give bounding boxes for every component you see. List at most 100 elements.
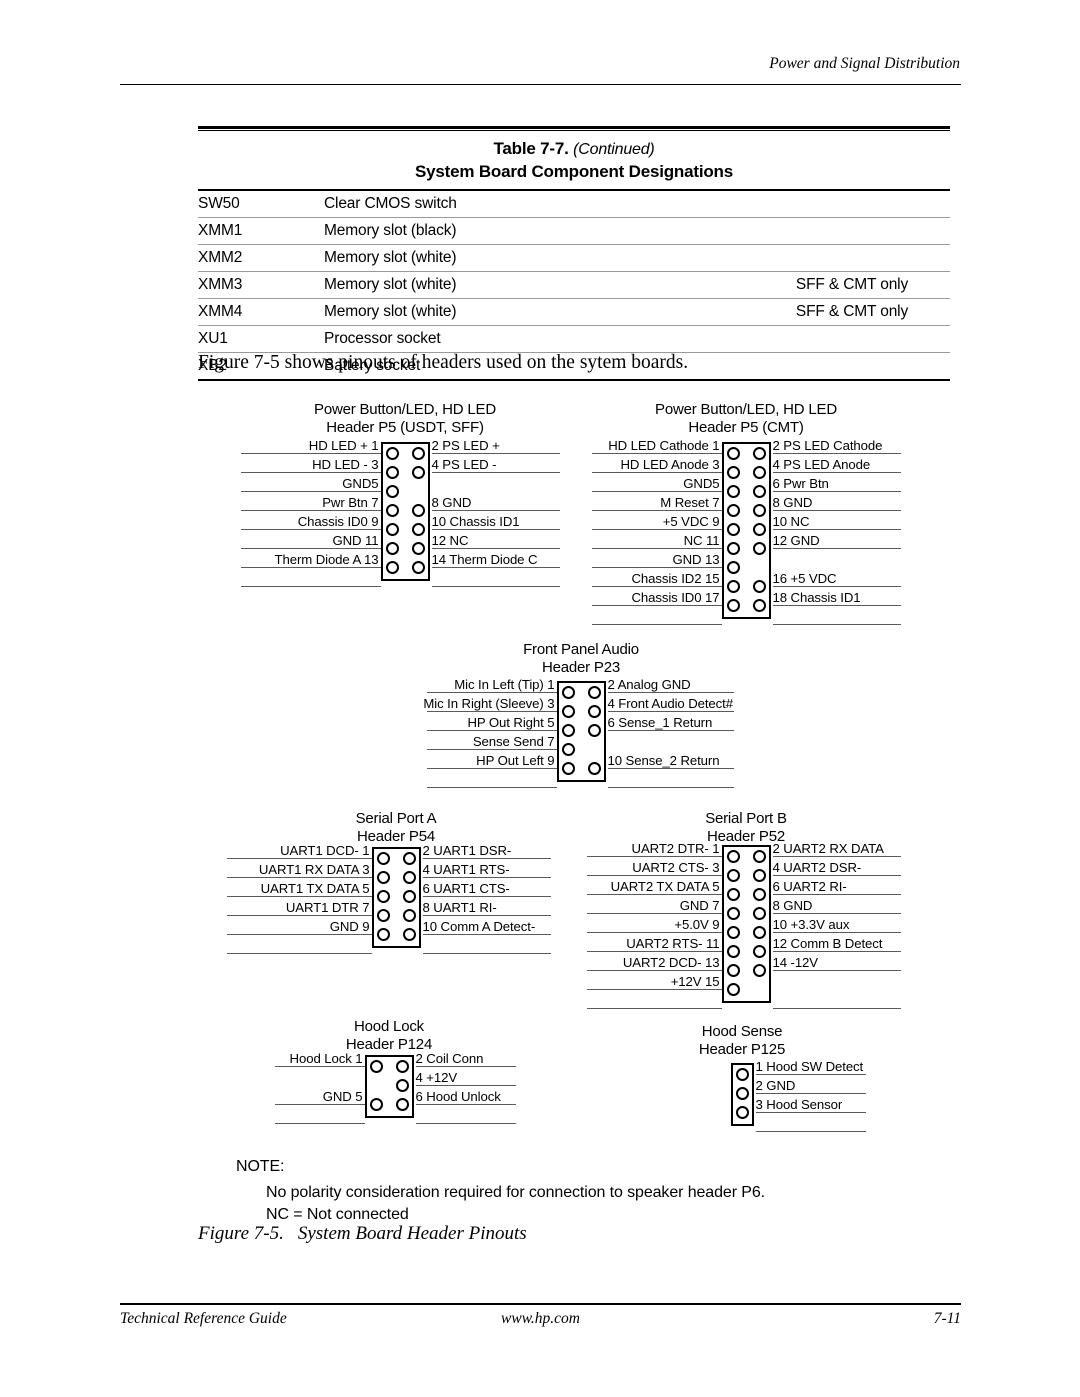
- pin-p52-row4-right: [752, 907, 766, 920]
- leader-line-p5_usdt-row6-right: [431, 547, 560, 549]
- leader-line-p5_usdt-row6-left: [240, 547, 381, 549]
- pin-p5_cmt-row4-right: [752, 504, 766, 517]
- cell-component-id: XMM4: [198, 298, 324, 326]
- leader-line-p54-row1-right: [422, 857, 551, 859]
- table-row: XMM1 Memory slot (black): [198, 217, 950, 245]
- pin-p23-row4-left: [561, 743, 575, 756]
- pin-label-p5_cmt-row4-right: 8 GND: [772, 494, 813, 510]
- leader-line-p124-row1-left: [274, 1065, 365, 1067]
- pin-p5_cmt-row5-left: [726, 523, 740, 536]
- pin-label-p5_cmt-row9-right: 18 Chassis ID1: [772, 589, 861, 605]
- pin-label-p5_cmt-row8-left: Chassis ID2 15: [631, 570, 720, 586]
- pin-label-p54-row3-left: UART1 TX DATA 5: [260, 880, 370, 896]
- pin-p124-row1-right: [395, 1060, 409, 1073]
- pin-p54-row2-right: [402, 871, 416, 884]
- leader-line-p23-row5-right: [607, 767, 734, 769]
- pin-p5_cmt-row9-right: [752, 599, 766, 612]
- pin-p5_usdt-row4-right: [411, 504, 425, 517]
- pin-p5_usdt-row7-right: [411, 561, 425, 574]
- cell-note: SFF & CMT only: [754, 271, 950, 299]
- leader-line-p52-row4-right: [772, 912, 901, 914]
- figure-caption: Figure 7-5. System Board Header Pinouts: [198, 1223, 527, 1245]
- leader-line-p52-close-left: [586, 1007, 722, 1009]
- pin-label-p52-row1-left: UART2 DTR- 1: [631, 840, 720, 856]
- table-row: XU1 Processor socket: [198, 325, 950, 353]
- pin-label-p54-row2-left: UART1 RX DATA 3: [258, 861, 370, 877]
- pin-label-p5_usdt-row6-left: GND 11: [332, 532, 379, 548]
- leader-line-p5_cmt-row3-left: [591, 490, 722, 492]
- running-head-rule: [120, 84, 961, 85]
- header-title-p23: Front Panel Audio Header P23: [523, 641, 639, 676]
- leader-line-p124-close-right: [415, 1122, 516, 1124]
- cell-note: [754, 244, 950, 272]
- leader-line-p5_cmt-row1-left: [591, 452, 722, 454]
- leader-line-p5_usdt-close-right: [431, 585, 560, 587]
- leader-line-p23-row5-left: [426, 767, 557, 769]
- leader-line-p52-row6-right: [772, 950, 901, 952]
- leader-line-p23-close-right: [607, 786, 734, 788]
- pin-label-p5_cmt-row2-right: 4 PS LED Anode: [772, 456, 871, 472]
- pin-p125-row3-left: [735, 1106, 749, 1119]
- pin-label-p124-row2-right: 4 +12V: [415, 1069, 458, 1085]
- header-title-p124: Hood Lock Header P124: [345, 1018, 433, 1053]
- leader-line-p5_cmt-row4-right: [772, 509, 901, 511]
- table-row: XMM4 Memory slot (white) SFF & CMT only: [198, 298, 950, 326]
- pin-p5_usdt-row3-left: [385, 485, 399, 498]
- leader-line-p5_usdt-row4-right: [431, 509, 560, 511]
- header-title-p52: Serial Port B Header P52: [705, 810, 787, 845]
- leader-line-p52-row6-left: [586, 950, 722, 952]
- pin-p5_cmt-row4-left: [726, 504, 740, 517]
- header-title-p54: Serial Port A Header P54: [355, 810, 437, 845]
- cell-description: Clear CMOS switch: [324, 191, 754, 218]
- leader-line-p5_cmt-row2-left: [591, 471, 722, 473]
- leader-line-p54-close-right: [422, 952, 551, 954]
- intro-sentence: Figure 7-5 shows pinouts of headers used…: [198, 352, 689, 373]
- pin-p5_usdt-row5-right: [411, 523, 425, 536]
- table-subtitle: System Board Component Designations: [415, 162, 733, 181]
- cell-description: Memory slot (white): [324, 271, 754, 299]
- leader-line-p125-row2-right: [755, 1092, 866, 1094]
- pin-p23-row1-right: [587, 686, 601, 699]
- table-top-rule: [198, 126, 950, 129]
- leader-line-p5_cmt-row4-left: [591, 509, 722, 511]
- pin-label-p5_cmt-row1-left: HD LED Cathode 1: [608, 437, 720, 453]
- document-page: Power and Signal Distribution Table 7-7.…: [0, 0, 1080, 1397]
- leader-line-p5_cmt-row8-right: [772, 585, 901, 587]
- leader-line-p54-row2-right: [422, 876, 551, 878]
- leader-line-p23-close-left: [426, 786, 557, 788]
- pin-p125-row1-left: [735, 1068, 749, 1081]
- header-title-p5_cmt: Power Button/LED, HD LED Header P5 (CMT): [655, 401, 837, 436]
- pin-label-p23-row4-left: Sense Send 7: [472, 733, 555, 749]
- leader-line-p5_usdt-row7-right: [431, 566, 560, 568]
- leader-line-p124-row2-right: [415, 1084, 516, 1086]
- leader-line-p5_cmt-row7-left: [591, 566, 722, 568]
- cell-description: Memory slot (black): [324, 217, 754, 245]
- pin-label-p5_usdt-row2-left: HD LED - 3: [312, 456, 379, 472]
- cell-note: [754, 217, 950, 245]
- table-row: XMM3 Memory slot (white) SFF & CMT only: [198, 271, 950, 299]
- pin-label-p5_usdt-row1-left: HD LED + 1: [308, 437, 379, 453]
- pin-label-p52-row3-left: UART2 TX DATA 5: [610, 878, 720, 894]
- leader-line-p23-row2-left: [426, 710, 557, 712]
- leader-line-p124-row3-left: [274, 1103, 365, 1105]
- leader-line-p54-row4-right: [422, 914, 551, 916]
- leader-line-p5_usdt-row7-left: [240, 566, 381, 568]
- pin-p52-row6-left: [726, 945, 740, 958]
- pin-label-p52-row4-left: GND 7: [679, 897, 720, 913]
- pin-p5_usdt-row5-left: [385, 523, 399, 536]
- leader-line-p5_cmt-close-left: [591, 623, 722, 625]
- leader-line-p54-close-left: [226, 952, 372, 954]
- leader-line-p5_cmt-row8-left: [591, 585, 722, 587]
- leader-line-p52-row2-right: [772, 874, 901, 876]
- pin-p5_usdt-row2-left: [385, 466, 399, 479]
- pin-label-p52-row2-right: 4 UART2 DSR-: [772, 859, 862, 875]
- leader-line-p52-row5-right: [772, 931, 901, 933]
- pin-label-p52-row4-right: 8 GND: [772, 897, 813, 913]
- pin-p5_cmt-row7-left: [726, 561, 740, 574]
- leader-line-p52-row3-left: [586, 893, 722, 895]
- pin-p5_cmt-row6-right: [752, 542, 766, 555]
- pin-label-p125-row3-right: 3 Hood Sensor: [755, 1096, 843, 1112]
- pin-p52-row4-left: [726, 907, 740, 920]
- pin-label-p23-row3-left: HP Out Right 5: [467, 714, 555, 730]
- leader-line-p23-row3-left: [426, 729, 557, 731]
